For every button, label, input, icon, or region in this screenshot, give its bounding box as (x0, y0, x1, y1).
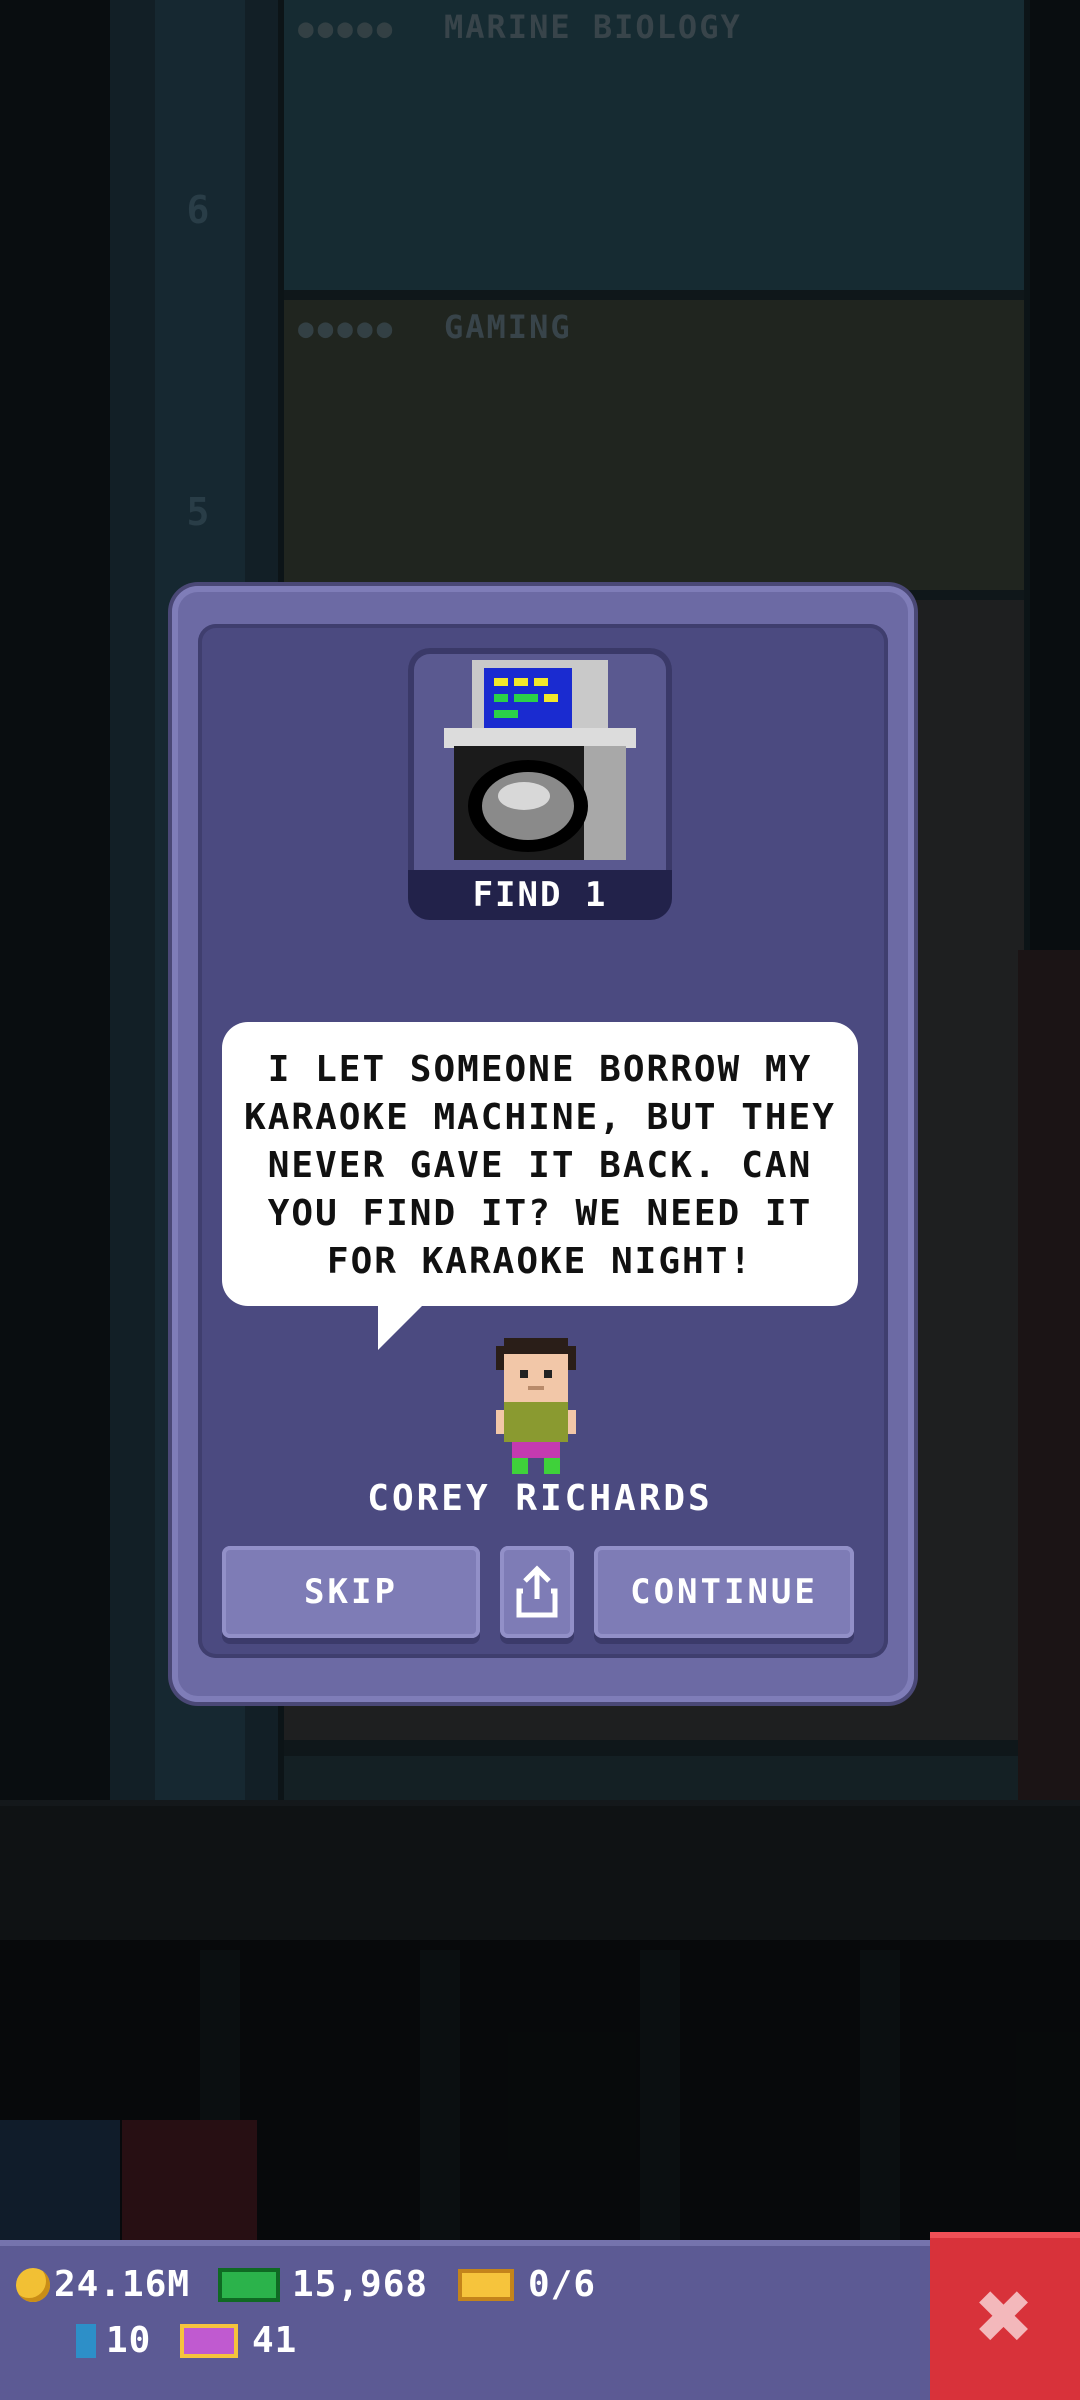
vip-value: 41 (252, 2320, 298, 2361)
continue-label: CONTINUE (630, 1572, 818, 1612)
npc-avatar (496, 1338, 576, 1474)
speech-bubble: I LET SOMEONE BORROW MY KARAOKE MACHINE,… (222, 1022, 858, 1306)
battery-stat[interactable]: 10 (76, 2320, 151, 2361)
ticket-icon (458, 2268, 514, 2301)
coins-value: 24.16M (54, 2264, 191, 2305)
quest-message: I LET SOMEONE BORROW MY KARAOKE MACHINE,… (244, 1049, 836, 1282)
speech-bubble-tail (378, 1304, 424, 1350)
share-icon (516, 1565, 558, 1618)
close-button[interactable]: ✖ (930, 2232, 1080, 2400)
vip-stat[interactable]: 41 (180, 2320, 297, 2361)
coin-icon (16, 2267, 50, 2302)
share-button[interactable] (500, 1546, 574, 1638)
quest-item-card: FIND 1 (408, 648, 672, 920)
npc-name: COREY RICHARDS (367, 1478, 713, 1519)
bux-icon (218, 2267, 280, 2302)
karaoke-machine-icon (444, 660, 636, 860)
bux-stat[interactable]: 15,968 (218, 2264, 428, 2305)
battery-icon (76, 2323, 96, 2358)
bux-value: 15,968 (292, 2264, 429, 2305)
tickets-stat[interactable]: 0/6 (458, 2264, 596, 2305)
vip-icon (180, 2323, 238, 2358)
close-icon: ✖ (976, 2260, 1034, 2372)
battery-value: 10 (106, 2320, 152, 2361)
coins-stat[interactable]: 24.16M (16, 2264, 190, 2305)
skip-label: SKIP (304, 1572, 398, 1612)
tickets-value: 0/6 (528, 2264, 597, 2305)
resource-bar: 24.16M 15,968 0/6 10 41 (0, 2240, 930, 2400)
continue-button[interactable]: CONTINUE (594, 1546, 854, 1638)
skip-button[interactable]: SKIP (222, 1546, 480, 1638)
find-count-label: FIND 1 (408, 870, 672, 920)
